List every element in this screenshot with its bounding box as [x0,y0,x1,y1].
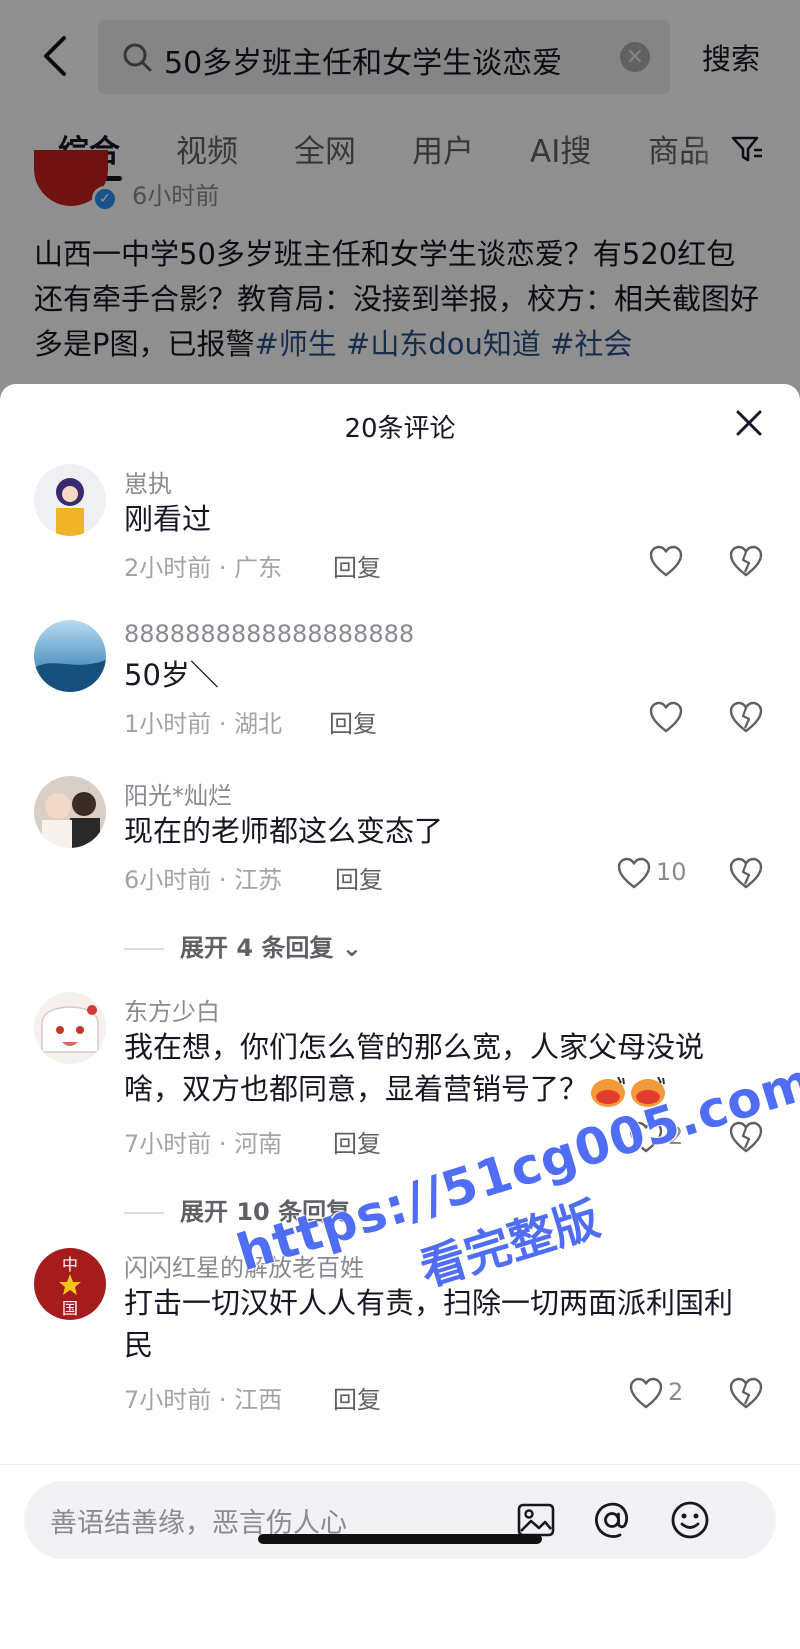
tab-ai-search[interactable]: AI搜 [530,126,591,171]
comment-meta: 7小时前 · 河南 [124,1130,283,1158]
dislike-icon[interactable] [728,544,764,580]
comment-username[interactable]: 闪闪红星的解放老百姓 [124,1248,364,1283]
top-bar: 50多岁班主任和女学生谈恋爱 × 搜索 [0,0,800,110]
comment-input[interactable]: 善语结善缘，恶言伤人心 [24,1481,776,1559]
comment-username[interactable]: 阳光*灿烂 [124,776,232,811]
comment-text: 50岁＼ [124,658,219,692]
comment-text: 现在的老师都这么变态了 [124,814,444,848]
like-button[interactable]: 2 [628,1120,698,1156]
dislike-icon[interactable] [728,856,764,892]
heart-icon [617,857,651,889]
like-count: 2 [668,1122,684,1150]
dislike-icon[interactable] [728,700,764,736]
tab-users[interactable]: 用户 [412,126,474,171]
emoji-icon [631,1076,666,1107]
chevron-down-icon: ⌄ [341,934,362,962]
comments-sheet: 20条评论 崽执 刚看过 2小时前 · 广东 回复 88888888888888… [0,384,800,1649]
comment-username[interactable]: 东方少白 [124,992,220,1027]
avatar[interactable] [34,992,106,1064]
emoji-icon [591,1076,626,1107]
hashtag-link[interactable]: #师生 [255,327,337,361]
avatar[interactable] [34,620,106,692]
like-count: 10 [656,858,687,886]
like-button[interactable] [648,700,684,736]
expand-replies-button[interactable]: 展开 10 条回复 ⌄ [124,1192,379,1227]
post-text: 山西一中学50多岁班主任和女学生谈恋爱？有520红包还有牵手合影？教育局：没接到… [34,232,764,367]
search-results-page: 50多岁班主任和女学生谈恋爱 × 搜索 综合 视频 全网 用户 AI搜 商品 ✓… [0,0,800,420]
comment-text: 打击一切汉奸人人有责，扫除一切两面派利国利民 [124,1286,734,1362]
heart-icon [629,1121,663,1153]
heart-icon [629,1377,663,1409]
chevron-left-icon[interactable] [36,34,76,78]
hashtag-link[interactable]: #山东dou知道 [346,327,541,361]
svg-text:国: 国 [62,1299,78,1318]
comment-meta: 7小时前 · 江西 [124,1386,283,1414]
expand-divider [124,948,164,950]
avatar[interactable]: 中 国 [34,1248,106,1320]
close-icon[interactable] [730,404,768,442]
like-button[interactable]: 2 [628,1376,698,1412]
search-input[interactable]: 50多岁班主任和女学生谈恋爱 × [98,20,670,94]
svg-text:中: 中 [62,1255,78,1274]
like-count: 2 [668,1378,684,1406]
clear-icon[interactable]: × [620,42,650,72]
search-icon [123,43,152,72]
comment-meta: 6小时前 · 江苏 [124,866,283,894]
comment-text: 我在想，你们怎么管的那么宽，人家父母没说啥，双方也都同意，显着营销号了？ [124,1026,754,1110]
expand-replies-label: 展开 10 条回复 [180,1198,351,1226]
avatar[interactable] [34,464,106,536]
comment-meta: 2小时前 · 广东 [124,554,283,582]
dislike-icon[interactable] [728,1376,764,1412]
reply-button[interactable]: 回复 [333,548,381,583]
reply-button[interactable]: 回复 [333,1380,381,1415]
tab-web[interactable]: 全网 [294,126,356,171]
expand-replies-label: 展开 4 条回复 [180,934,334,962]
mention-icon[interactable] [590,1498,634,1542]
comments-count-title: 20条评论 [344,414,456,444]
heart-icon [649,701,683,733]
like-button[interactable] [648,544,684,580]
comment-username[interactable]: 崽执 [124,464,172,499]
comment-meta: 1小时前 · 湖北 [124,710,283,738]
avatar[interactable] [34,776,106,848]
reply-button[interactable]: 回复 [335,860,383,895]
filter-icon[interactable] [730,132,764,166]
heart-icon [649,545,683,577]
expand-replies-button[interactable]: 展开 4 条回复 ⌄ [124,928,362,963]
hashtag-link[interactable]: #社会 [550,327,632,361]
comment-text: 刚看过 [124,502,212,536]
emoji-icon[interactable] [668,1498,712,1542]
reply-button[interactable]: 回复 [329,704,377,739]
expand-divider [124,1212,164,1214]
tab-video[interactable]: 视频 [176,126,238,171]
like-button[interactable]: 10 [616,856,706,892]
comment-username[interactable]: 8888888888888888888 [124,620,414,648]
search-query: 50多岁班主任和女学生谈恋爱 [164,46,563,81]
reply-button[interactable]: 回复 [333,1124,381,1159]
verified-badge-icon: ✓ [92,186,118,212]
post-time: 6小时前 [132,182,220,210]
comment-input-bar: 善语结善缘，恶言伤人心 [0,1464,800,1649]
chevron-down-icon: ⌄ [358,1198,379,1226]
tab-bar: 综合 视频 全网 用户 AI搜 商品 [0,110,800,188]
home-indicator[interactable] [258,1534,542,1544]
search-button[interactable]: 搜索 [702,36,760,78]
dislike-icon[interactable] [728,1120,764,1156]
